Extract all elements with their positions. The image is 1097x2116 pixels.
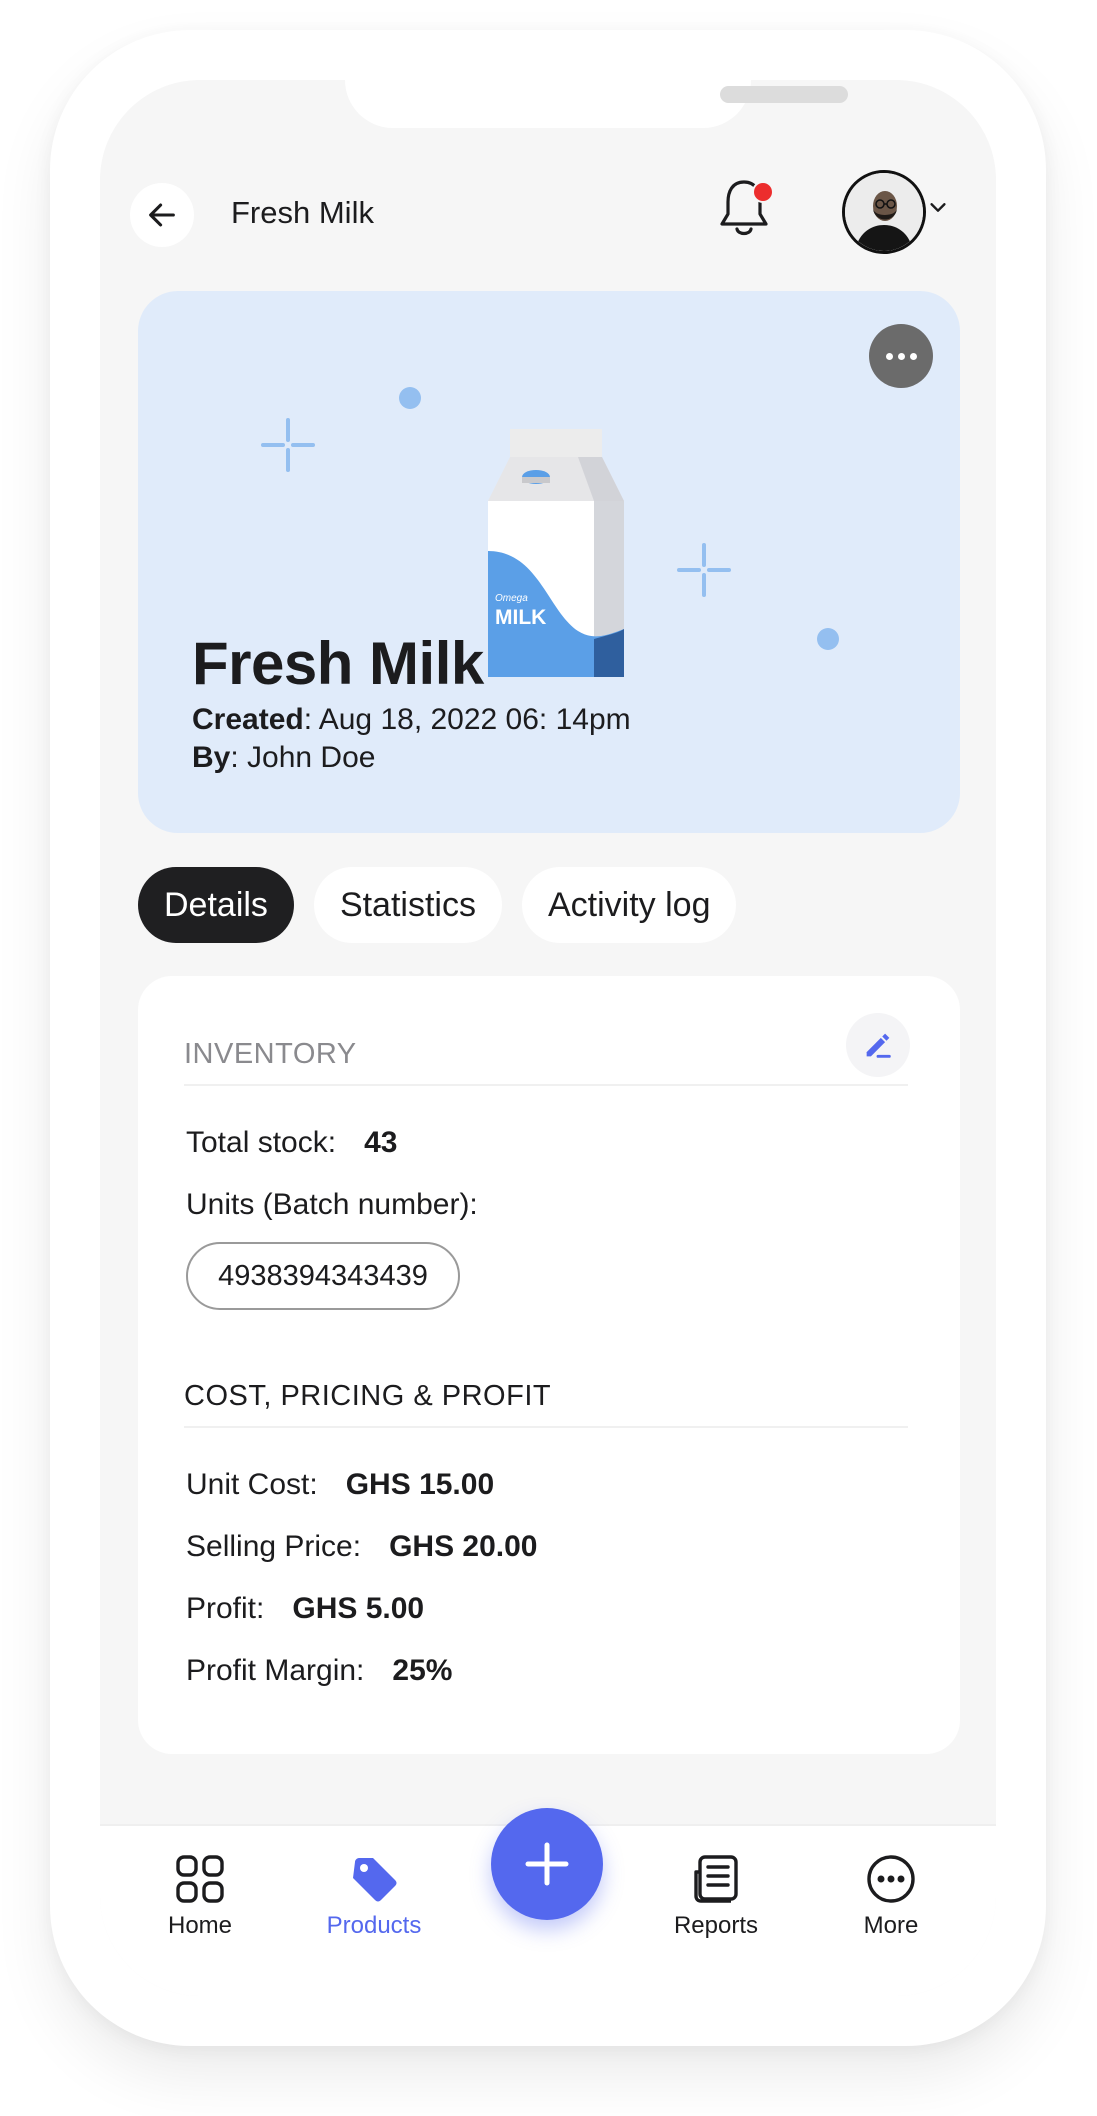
pricing-heading: COST, PRICING & PROFIT — [184, 1380, 552, 1412]
plus-icon — [525, 1842, 569, 1886]
by-value: : John Doe — [230, 741, 376, 774]
nav-products[interactable]: Products — [314, 1854, 434, 1940]
profit-margin-row: Profit Margin: 25% — [186, 1654, 452, 1688]
nav-reports[interactable]: Reports — [656, 1854, 776, 1940]
selling-price-row: Selling Price: GHS 20.00 — [186, 1530, 538, 1564]
author-meta: By: John Doe — [192, 741, 375, 775]
edit-button[interactable] — [846, 1013, 910, 1077]
divider — [184, 1426, 908, 1428]
tab-activity-log[interactable]: Activity log — [521, 867, 737, 943]
profit-margin-value: 25% — [392, 1654, 453, 1687]
created-value: : Aug 18, 2022 06: 14pm — [303, 703, 631, 736]
total-stock-value: 43 — [364, 1126, 398, 1159]
profit-margin-label: Profit Margin: — [186, 1654, 365, 1687]
nav-reports-label: Reports — [673, 1912, 759, 1939]
nav-products-label: Products — [326, 1912, 422, 1939]
inventory-heading: INVENTORY — [184, 1038, 357, 1070]
speaker-grille — [720, 86, 848, 103]
selling-price-label: Selling Price: — [186, 1530, 362, 1563]
profit-value: GHS 5.00 — [292, 1592, 425, 1625]
profit-label: Profit: — [186, 1592, 265, 1625]
page-title: Fresh Milk — [231, 195, 374, 230]
home-grid-icon — [176, 1855, 224, 1903]
product-name: Fresh Milk — [192, 630, 484, 697]
nav-more-label: More — [863, 1912, 919, 1939]
tab-statistics[interactable]: Statistics — [313, 867, 502, 943]
phone-notch — [345, 80, 848, 128]
unit-cost-label: Unit Cost: — [186, 1468, 318, 1501]
by-label: By — [192, 741, 231, 774]
svg-text:Omega: Omega — [495, 593, 528, 604]
tab-bar: Details Statistics Activity log — [138, 867, 737, 943]
avatar[interactable] — [842, 170, 926, 254]
more-circle-icon — [867, 1855, 915, 1903]
reports-document-icon — [694, 1855, 738, 1903]
pencil-icon — [866, 1033, 891, 1058]
add-button[interactable] — [491, 1808, 603, 1920]
svg-text:MILK: MILK — [495, 606, 546, 629]
profit-row: Profit: GHS 5.00 — [186, 1592, 424, 1626]
nav-more[interactable]: More — [831, 1854, 951, 1940]
user-avatar-icon — [845, 173, 923, 251]
back-button[interactable] — [130, 183, 194, 247]
price-tag-icon — [353, 1858, 397, 1902]
units-label: Units (Batch number): — [186, 1188, 478, 1221]
notification-badge — [752, 181, 774, 203]
milk-carton-illustration: Omega MILK — [488, 429, 624, 677]
nav-home[interactable]: Home — [140, 1854, 260, 1940]
unit-cost-row: Unit Cost: GHS 15.00 — [186, 1468, 494, 1502]
nav-home-label: Home — [167, 1912, 233, 1939]
divider — [184, 1084, 908, 1086]
app-screen: Fresh Milk Omega MILK Fresh Milk Created… — [100, 80, 996, 1996]
chevron-down-icon[interactable] — [927, 196, 949, 218]
details-card: INVENTORY Total stock: 43 Units (Batch nu… — [138, 976, 960, 1754]
total-stock-row: Total stock: 43 — [186, 1126, 397, 1160]
arrow-left-icon — [149, 203, 175, 227]
total-stock-label: Total stock: — [186, 1126, 337, 1159]
batch-number-chip[interactable]: 4938394343439 — [186, 1242, 460, 1310]
created-label: Created — [192, 703, 304, 736]
selling-price-value: GHS 20.00 — [389, 1530, 538, 1563]
created-meta: Created: Aug 18, 2022 06: 14pm — [192, 703, 631, 737]
unit-cost-value: GHS 15.00 — [345, 1468, 495, 1501]
tab-details[interactable]: Details — [138, 867, 294, 943]
product-hero-card: Omega MILK Fresh Milk Created: Aug 18, 2… — [138, 291, 960, 833]
